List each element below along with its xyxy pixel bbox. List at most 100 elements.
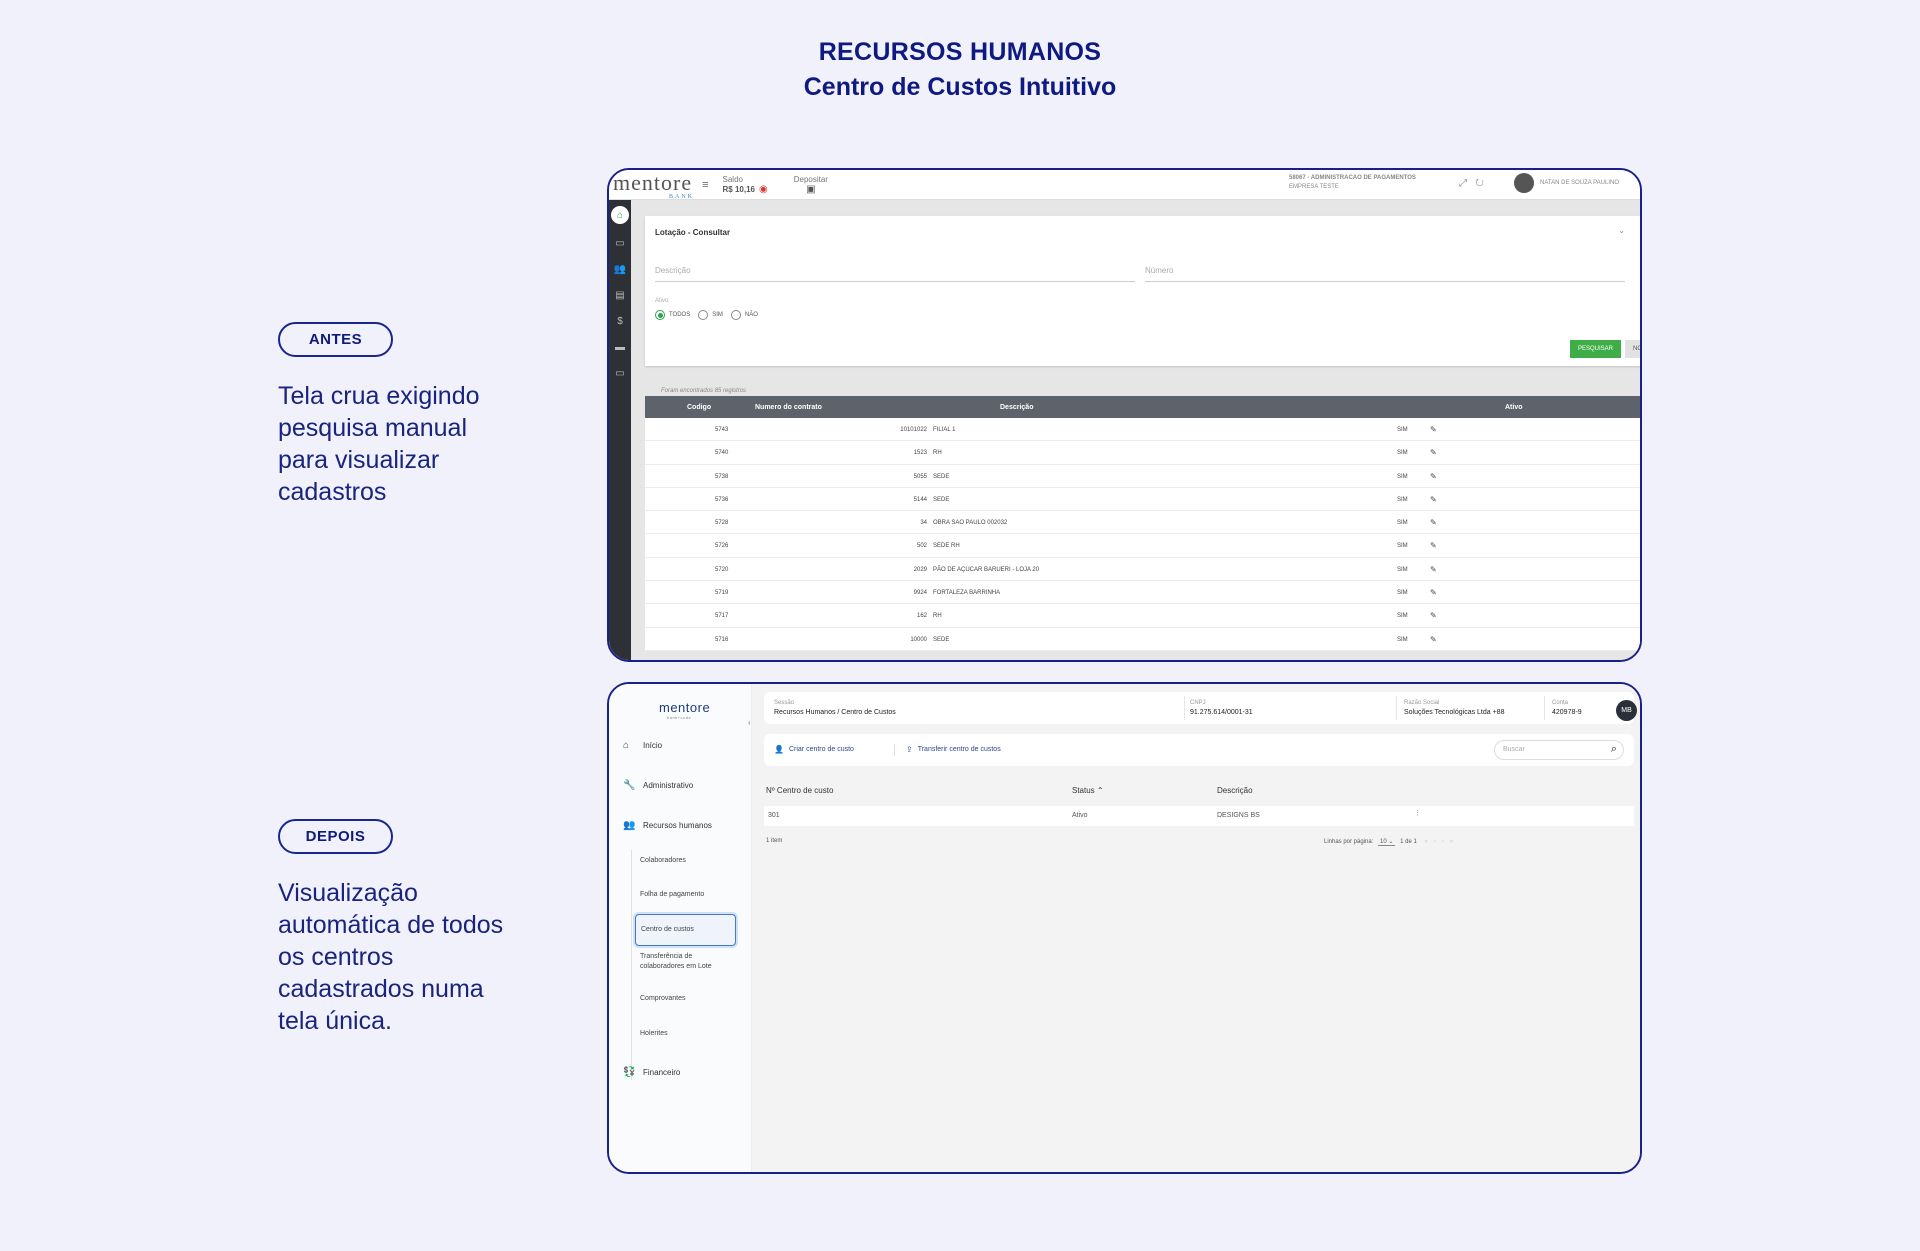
pagination-arrows-icon[interactable]: «‹›»	[1424, 839, 1459, 845]
nav-comprovantes[interactable]: Comprovantes	[640, 994, 686, 1004]
edit-icon[interactable]: ✎	[1430, 541, 1437, 550]
monitor-icon[interactable]: ▭	[609, 360, 631, 386]
balance: Saldo R$ 10,16 ◉	[722, 174, 768, 195]
after-logo: mentore bank+code	[659, 700, 711, 720]
create-cost-center-button[interactable]: 👤 Criar centro de custo	[774, 745, 854, 754]
after-sidebar: mentore bank+code ⌂ Início 🔧 Administrativo…	[609, 684, 752, 1172]
card-icon[interactable]: ▭	[609, 230, 631, 256]
people-icon: 👥	[623, 820, 636, 831]
edit-icon[interactable]: ✎	[1430, 472, 1437, 481]
after-badge: DEPOIS	[278, 819, 393, 854]
search-input[interactable]: Buscar ⌕	[1494, 740, 1624, 760]
upload-icon: ⇪	[906, 745, 913, 754]
wrench-icon: 🔧	[623, 780, 636, 791]
page-title-line1: RECURSOS HUMANOS	[818, 38, 1102, 66]
session-header: Sessão Recursos Humanos / Centro de Custo…	[764, 692, 1637, 724]
transfer-cost-center-button[interactable]: ⇪ Transferir centro de custos	[906, 745, 1001, 754]
nav-transferencia-lote[interactable]: Transferência de colaboradores em Lote	[640, 952, 735, 972]
after-screenshot: mentore bank+code ⌂ Início 🔧 Administrativo…	[607, 682, 1642, 1174]
edit-icon[interactable]: ✎	[1430, 588, 1437, 597]
table-header: Codigo Numero do contrato Descrição Ativ…	[645, 396, 1640, 418]
toolbar-icons: ⤢ ↻	[1459, 178, 1484, 189]
search-button[interactable]: PESQUISAR	[1570, 340, 1622, 358]
nav-administrativo[interactable]: 🔧 Administrativo	[623, 780, 693, 791]
edit-icon[interactable]: ✎	[1430, 611, 1437, 620]
actions-toolbar: 👤 Criar centro de custo ⇪ Transferir centr…	[764, 734, 1634, 766]
table-row[interactable]: 301 Ativo DESIGNS BS ⋮	[764, 806, 1634, 826]
radio-todos[interactable]: TODOS	[655, 310, 690, 320]
chevron-left-icon[interactable]: ‹	[748, 718, 751, 727]
before-logo: mentore BANK	[613, 169, 695, 200]
after-main: Sessão Recursos Humanos / Centro de Custo…	[752, 684, 1640, 1172]
radio-sim[interactable]: SIM	[698, 310, 723, 320]
table-row[interactable]: 5728 34 OBRA SAO PAULO 002032 SIM ✎	[645, 511, 1640, 535]
more-vertical-icon[interactable]: ⋮	[1414, 809, 1421, 817]
edit-icon[interactable]: ✎	[1430, 495, 1437, 504]
table-row[interactable]: 5736 5144 SEDE SIM ✎	[645, 487, 1640, 512]
rows-per-page-select[interactable]: 10 ⌄	[1378, 838, 1396, 846]
table-row[interactable]: 5720 2029 PÃO DE AÇUCAR BARUERI - LOJA 20 S…	[645, 557, 1640, 582]
nav-holerites[interactable]: Holerites	[640, 1029, 668, 1039]
results-table: Codigo Numero do contrato Descrição Ativ…	[645, 396, 1640, 651]
refresh-icon[interactable]: ↻	[1475, 178, 1483, 189]
user-plus-icon: 👤	[774, 745, 784, 754]
radio-nao[interactable]: NÃO	[730, 310, 758, 320]
page-title-line2: Centro de Custos Intuitivo	[803, 73, 1117, 101]
column-header-centro[interactable]: Nº Centro de custo	[766, 786, 833, 795]
new-button[interactable]: NOVO	[1625, 340, 1640, 358]
before-screenshot: mentore BANK ≡ Saldo R$ 10,16 ◉ Depositar ▣…	[607, 168, 1642, 662]
hamburger-icon[interactable]: ≡	[702, 179, 708, 191]
session-info: Sessão Recursos Humanos / Centro de Custo…	[774, 700, 896, 716]
table-row[interactable]: 5719 9924 FORTALEZA BARRINHA SIM ✎	[645, 581, 1640, 605]
card-title: Lotação - Consultar	[655, 228, 731, 237]
ativo-label: Ativo	[655, 298, 669, 304]
edit-icon[interactable]: ✎	[1430, 565, 1437, 574]
ativo-radio-group: TODOS SIM NÃO	[655, 310, 766, 320]
results-count: Foram encontrados 85 registros	[661, 388, 747, 394]
razao-social-info: Razão Social Soluções Tecnológicas Ltda +…	[1404, 700, 1505, 716]
user-menu[interactable]: NATAN DE SOUZA PAULINO	[1514, 173, 1619, 193]
edit-icon[interactable]: ✎	[1430, 518, 1437, 527]
nav-financeiro[interactable]: 💱 Financeiro	[623, 1067, 680, 1078]
table-row[interactable]: 5716 10000 SEDE SIM ✎	[645, 627, 1640, 651]
company-selector[interactable]: 58067 - ADMINISTRACAO DE PAGAMENTOS EMPR…	[1289, 174, 1416, 192]
edit-icon[interactable]: ✎	[1430, 448, 1437, 457]
search-icon[interactable]: ⌕	[1611, 743, 1617, 756]
nav-folha-pagamento[interactable]: Folha de pagamento	[640, 890, 704, 900]
eye-icon[interactable]: ◉	[759, 184, 768, 195]
before-topbar: mentore BANK ≡ Saldo R$ 10,16 ◉ Depositar ▣…	[609, 170, 1640, 200]
document-icon[interactable]: ▤	[609, 282, 631, 308]
fullscreen-icon[interactable]: ⤢	[1459, 178, 1467, 189]
table-row[interactable]: 5717 162 RH SIM ✎	[645, 604, 1640, 628]
after-description: Visualização automática de todos os cent…	[278, 879, 504, 1035]
nav-inicio[interactable]: ⌂ Início	[623, 740, 662, 751]
user-name: NATAN DE SOUZA PAULINO	[1540, 180, 1620, 186]
avatar[interactable]: MB	[1616, 700, 1637, 721]
search-form: Lotação - Consultar ⌄ Descrição Número A…	[645, 216, 1640, 366]
nav-colaboradores[interactable]: Colaboradores	[640, 856, 686, 866]
column-header-descricao[interactable]: Descrição	[1217, 786, 1253, 795]
chevron-down-icon[interactable]: ⌄	[1618, 226, 1625, 235]
table-row[interactable]: 5738 5055 SEDE SIM ✎	[645, 464, 1640, 488]
nav-recursos-humanos[interactable]: 👥 Recursos humanos	[623, 820, 712, 831]
edit-icon[interactable]: ✎	[1430, 425, 1437, 434]
table-row[interactable]: 5726 502 SEDE RH SIM ✎	[645, 534, 1640, 558]
account-info: Conta 420978-9	[1552, 700, 1582, 716]
before-sidebar: ⌂ ▭ 👥 ▤ $ ▬ ▭	[609, 200, 631, 660]
table-row[interactable]: 5743 10101022 FILIAL 1 SIM ✎	[645, 418, 1640, 442]
number-field[interactable]: Número	[1145, 266, 1625, 282]
nav-centro-custos[interactable]: Centro de custos	[635, 914, 736, 946]
page-title: RECURSOS HUMANOS Centro de Custos Intuit…	[0, 38, 1920, 102]
edit-icon[interactable]: ✎	[1430, 635, 1437, 644]
before-description: Tela crua exigindo pesquisa manual para …	[278, 382, 480, 506]
wallet-icon[interactable]: ▬	[609, 334, 631, 360]
column-header-status[interactable]: Status ⌃	[1072, 786, 1104, 795]
home-icon: ⌂	[623, 740, 630, 751]
item-count: 1 item	[766, 838, 783, 844]
table-row[interactable]: 5740 1523 RH SIM ✎	[645, 441, 1640, 465]
dollar-icon[interactable]: $	[609, 308, 631, 334]
deposit-button[interactable]: Depositar ▣	[794, 175, 828, 195]
home-icon[interactable]: ⌂	[611, 206, 629, 224]
description-field[interactable]: Descrição	[655, 266, 1135, 282]
users-icon[interactable]: 👥	[609, 256, 631, 282]
